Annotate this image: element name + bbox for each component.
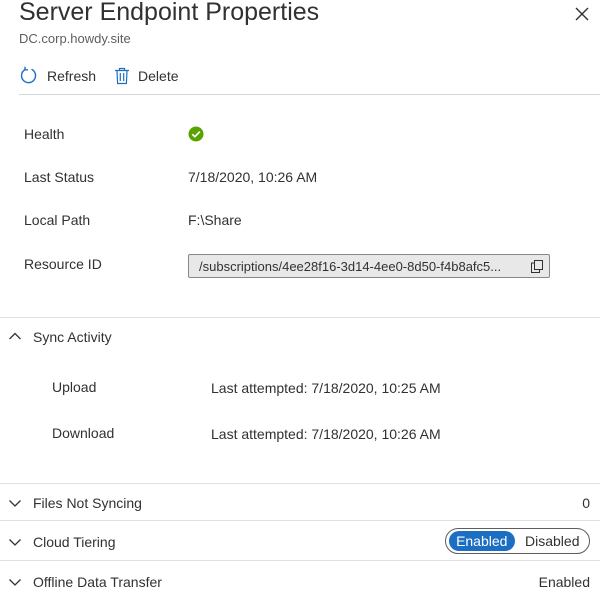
- resource-id-field[interactable]: /subscriptions/4ee28f16-3d14-4ee0-8d50-f…: [188, 254, 550, 278]
- upload-value: Last attempted: 7/18/2020, 10:25 AM: [211, 380, 441, 396]
- toolbar-divider: [19, 94, 600, 95]
- trash-icon: [115, 67, 130, 85]
- offline-data-transfer-status: Enabled: [538, 574, 590, 590]
- toggle-disabled-option[interactable]: Disabled: [518, 531, 587, 551]
- copy-icon[interactable]: [531, 260, 543, 273]
- upload-label: Upload: [52, 379, 97, 395]
- cloud-tiering-toggle[interactable]: Enabled Disabled: [445, 528, 590, 554]
- sync-activity-header[interactable]: Sync Activity: [0, 318, 600, 354]
- files-not-syncing-count: 0: [582, 495, 590, 511]
- refresh-icon: [20, 66, 37, 84]
- sync-activity-title: Sync Activity: [33, 329, 112, 345]
- chevron-up-icon: [9, 332, 21, 340]
- last-status-label: Last Status: [24, 169, 95, 185]
- refresh-button[interactable]: Refresh: [19, 60, 96, 92]
- toolbar: Refresh Delete: [19, 60, 197, 92]
- files-not-syncing-header[interactable]: Files Not Syncing 0: [0, 484, 600, 520]
- local-path-value: F:\Share: [188, 212, 242, 228]
- files-not-syncing-title: Files Not Syncing: [33, 495, 142, 511]
- page-title: Server Endpoint Properties: [19, 0, 320, 26]
- local-path-label: Local Path: [24, 212, 91, 228]
- chevron-down-icon: [9, 579, 21, 586]
- section-divider: [0, 520, 600, 521]
- close-button[interactable]: [570, 2, 594, 26]
- cloud-tiering-title: Cloud Tiering: [33, 534, 116, 550]
- download-value: Last attempted: 7/18/2020, 10:26 AM: [211, 426, 441, 442]
- chevron-down-icon: [9, 500, 21, 507]
- check-circle-icon: [188, 126, 204, 142]
- resource-id-value: /subscriptions/4ee28f16-3d14-4ee0-8d50-f…: [199, 258, 502, 274]
- resource-id-label: Resource ID: [24, 256, 102, 272]
- section-divider: [0, 560, 600, 561]
- toggle-enabled-option[interactable]: Enabled: [449, 531, 515, 551]
- offline-data-transfer-header[interactable]: Offline Data Transfer Enabled: [0, 563, 600, 599]
- last-status-value: 7/18/2020, 10:26 AM: [188, 169, 318, 185]
- download-label: Download: [52, 425, 115, 441]
- chevron-down-icon: [9, 539, 21, 546]
- offline-data-transfer-title: Offline Data Transfer: [33, 574, 162, 590]
- delete-label: Delete: [138, 68, 179, 84]
- page-subtitle: DC.corp.howdy.site: [19, 31, 131, 46]
- health-label: Health: [24, 126, 65, 142]
- close-icon: [575, 7, 589, 21]
- refresh-label: Refresh: [47, 68, 97, 84]
- delete-button[interactable]: Delete: [114, 60, 179, 92]
